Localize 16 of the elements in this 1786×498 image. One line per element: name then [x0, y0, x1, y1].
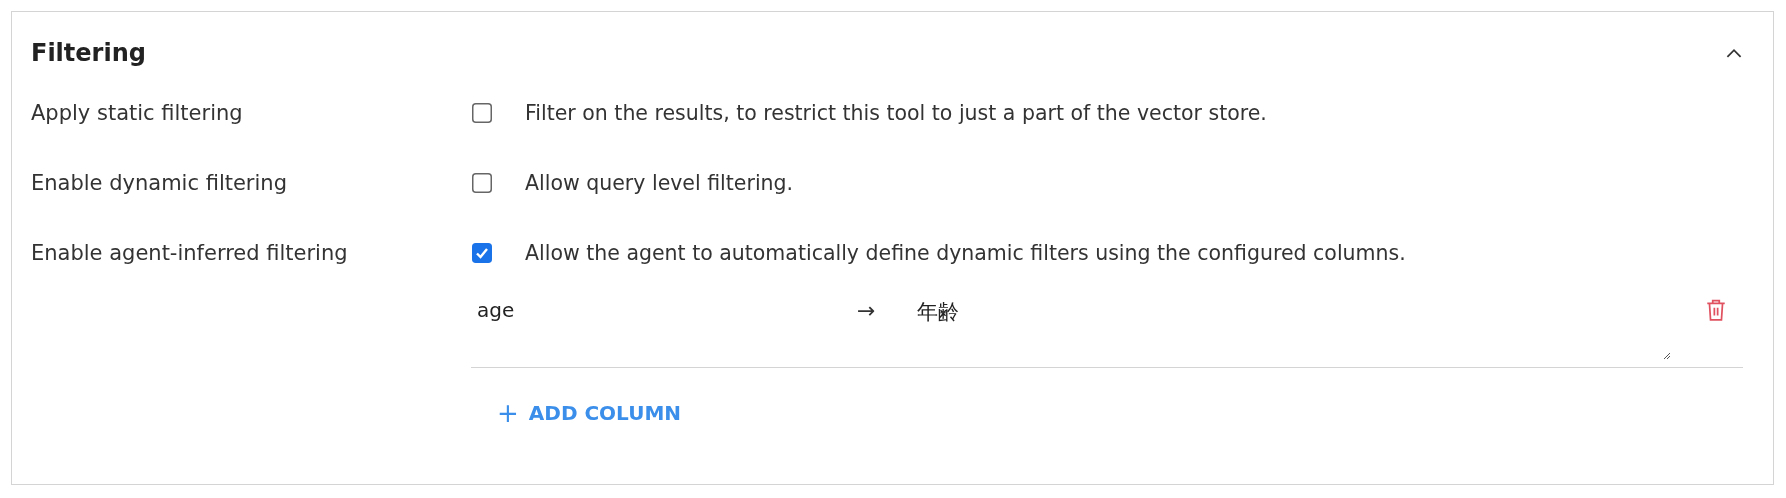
checkbox[interactable]	[472, 173, 492, 193]
option-label: Apply static filtering	[31, 101, 244, 125]
option-description: Allow the agent to automatically define dynamic filters using the configured columns.	[525, 241, 1406, 265]
option-label: Enable dynamic filtering	[31, 171, 288, 195]
option-label: Enable agent-inferred filtering	[31, 241, 349, 265]
chevron-icon[interactable]	[1725, 47, 1743, 59]
column-alias-field[interactable]: 年齢	[917, 298, 1677, 364]
option-description: Allow query level filtering.	[525, 171, 794, 195]
column-name-field[interactable]: age	[471, 298, 857, 322]
option-description: Filter on the results, to restrict this tool to just a part of the vector store.	[525, 101, 1267, 125]
delete-icon[interactable]	[1705, 298, 1727, 322]
section-title: Filtering	[31, 39, 146, 67]
checkbox[interactable]	[472, 243, 492, 263]
arrow-text: →	[857, 298, 877, 323]
resize-handle-icon[interactable]	[1661, 350, 1671, 360]
checkbox[interactable]	[472, 103, 492, 123]
